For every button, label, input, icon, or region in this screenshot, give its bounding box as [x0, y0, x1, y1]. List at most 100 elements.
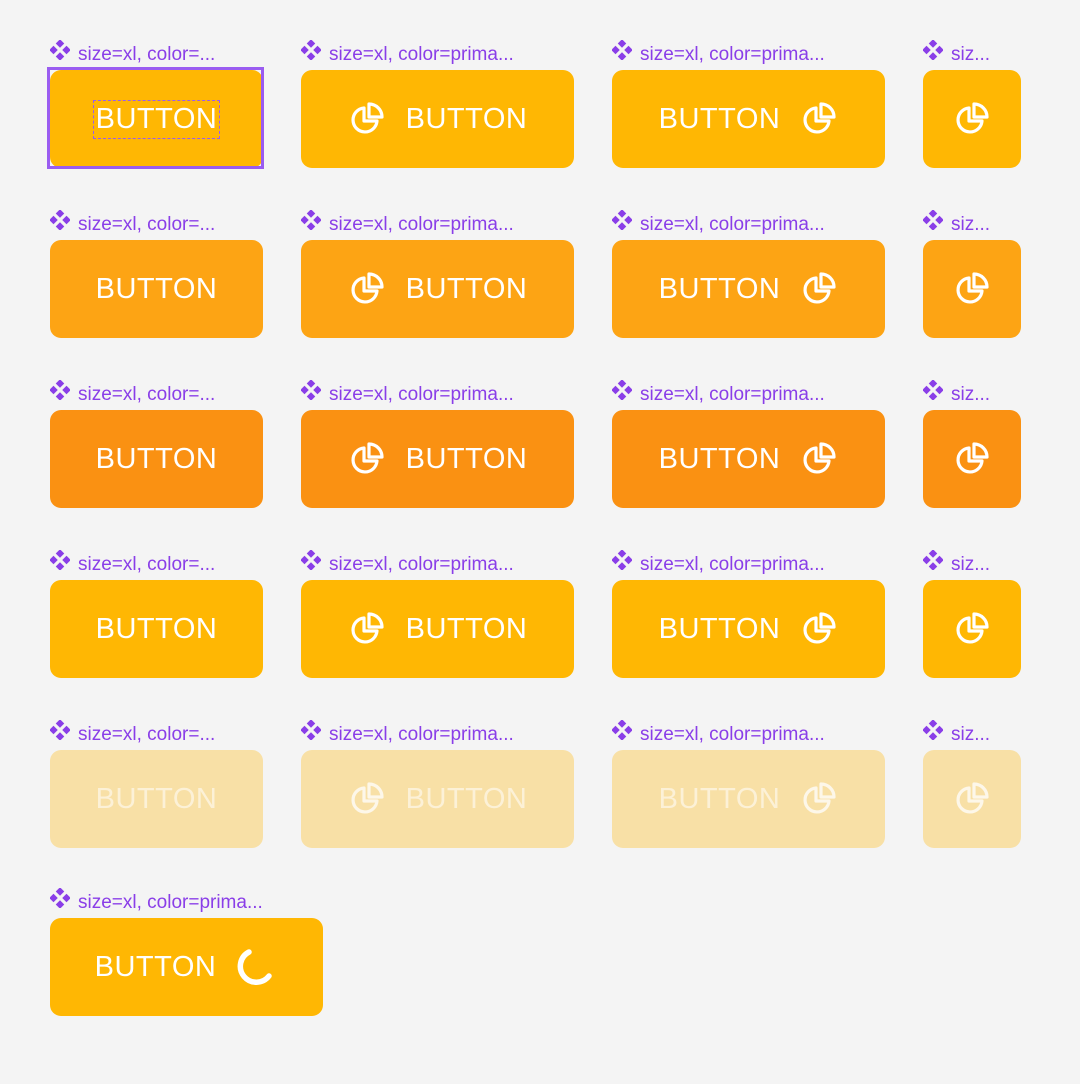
pie-chart-icon [348, 270, 386, 308]
variant-label-text: siz... [951, 384, 991, 405]
variant-label: size=xl, color=prima... [50, 888, 263, 913]
button-focus-icon-only[interactable] [923, 580, 1021, 678]
variant-label-text: size=xl, color=prima... [329, 44, 514, 65]
component-diamond-icon [50, 550, 72, 570]
component-diamond-icon [301, 380, 323, 400]
component-diamond-icon [612, 550, 634, 570]
button-hover-icon-right[interactable]: BUTTON [612, 240, 885, 338]
component-diamond-icon [50, 40, 72, 60]
button-label: BUTTON [405, 272, 528, 305]
pie-chart-icon [953, 270, 991, 308]
pie-chart-icon [348, 100, 386, 138]
variant-label: size=xl, color=... [50, 40, 215, 65]
component-diamond-icon [923, 550, 945, 570]
variant-label: size=xl, color=prima... [612, 40, 825, 65]
button-focus-icon-right[interactable]: BUTTON [612, 580, 885, 678]
variant-label-text: size=xl, color=prima... [640, 214, 825, 235]
variant-label: size=xl, color=... [50, 380, 215, 405]
variant-label-text: size=xl, color=prima... [329, 214, 514, 235]
button-disabled-text-only[interactable]: BUTTON [50, 750, 263, 848]
button-disabled-icon-right[interactable]: BUTTON [612, 750, 885, 848]
button-default-text-only[interactable]: BUTTON [50, 70, 263, 168]
pie-chart-icon [953, 440, 991, 478]
component-diamond-icon [612, 720, 634, 740]
button-hover-icon-left[interactable]: BUTTON [301, 240, 574, 338]
variant-label: size=xl, color=... [50, 550, 215, 575]
variant-label: size=xl, color=prima... [301, 380, 514, 405]
variant-label-text: siz... [951, 214, 991, 235]
variant-label: siz... [923, 380, 990, 405]
button-focus-text-only[interactable]: BUTTON [50, 580, 263, 678]
button-pressed-icon-only[interactable] [923, 410, 1021, 508]
component-diamond-icon [301, 40, 323, 60]
component-diamond-icon [612, 380, 634, 400]
button-focus-icon-left[interactable]: BUTTON [301, 580, 574, 678]
button-pressed-icon-left[interactable]: BUTTON [301, 410, 574, 508]
button-label: BUTTON [95, 782, 218, 815]
button-hover-text-only[interactable]: BUTTON [50, 240, 263, 338]
button-label: BUTTON [405, 442, 528, 475]
button-label: BUTTON [405, 612, 528, 645]
variant-label-text: size=xl, color=... [78, 724, 216, 745]
component-diamond-icon [301, 210, 323, 230]
variant-label: size=xl, color=... [50, 210, 215, 235]
button-pressed-text-only[interactable]: BUTTON [50, 410, 263, 508]
component-diamond-icon [923, 210, 945, 230]
button-label: BUTTON [95, 272, 218, 305]
component-diamond-icon [612, 40, 634, 60]
variant-label-text: size=xl, color=prima... [329, 554, 514, 575]
component-canvas: size=xl, color=... BUTTON size=xl, color=p… [0, 0, 1080, 1084]
variant-label: size=xl, color=prima... [612, 380, 825, 405]
button-label: BUTTON [95, 442, 218, 475]
variant-label: siz... [923, 210, 990, 235]
variant-label-text: siz... [951, 554, 991, 575]
variant-label-text: siz... [951, 724, 991, 745]
variant-label-text: size=xl, color=... [78, 384, 216, 405]
button-label: BUTTON [658, 102, 781, 135]
variant-label: size=xl, color=prima... [301, 210, 514, 235]
variant-label-text: size=xl, color=... [78, 214, 216, 235]
variant-label-text: size=xl, color=... [78, 554, 216, 575]
pie-chart-icon [800, 610, 838, 648]
component-diamond-icon [612, 210, 634, 230]
button-disabled-icon-only[interactable] [923, 750, 1021, 848]
pie-chart-icon [953, 100, 991, 138]
component-diamond-icon [923, 720, 945, 740]
component-diamond-icon [923, 380, 945, 400]
variant-label: size=xl, color=prima... [301, 550, 514, 575]
component-diamond-icon [50, 888, 72, 908]
pie-chart-icon [348, 610, 386, 648]
component-diamond-icon [301, 550, 323, 570]
variant-label: siz... [923, 720, 990, 745]
variant-label-text: size=xl, color=prima... [640, 44, 825, 65]
button-label: BUTTON [658, 612, 781, 645]
button-label: BUTTON [94, 950, 217, 983]
pie-chart-icon [800, 780, 838, 818]
button-label: BUTTON [658, 272, 781, 305]
button-label: BUTTON [95, 612, 218, 645]
pie-chart-icon [348, 440, 386, 478]
pie-chart-icon [953, 610, 991, 648]
variant-label-text: size=xl, color=... [78, 44, 216, 65]
button-pressed-icon-right[interactable]: BUTTON [612, 410, 885, 508]
variant-label-text: size=xl, color=prima... [640, 384, 825, 405]
variant-label-text: size=xl, color=prima... [640, 724, 825, 745]
button-default-icon-right[interactable]: BUTTON [612, 70, 885, 168]
variant-label-text: size=xl, color=prima... [329, 384, 514, 405]
button-label: BUTTON [405, 782, 528, 815]
button-default-icon-left[interactable]: BUTTON [301, 70, 574, 168]
pie-chart-icon [800, 440, 838, 478]
button-disabled-icon-left[interactable]: BUTTON [301, 750, 574, 848]
button-hover-icon-only[interactable] [923, 240, 1021, 338]
variant-label-text: size=xl, color=prima... [329, 724, 514, 745]
variant-label: size=xl, color=prima... [612, 210, 825, 235]
button-label: BUTTON [405, 102, 528, 135]
button-label: BUTTON [658, 442, 781, 475]
button-label: BUTTON [92, 99, 221, 139]
button-loading[interactable]: BUTTON [50, 918, 323, 1016]
variant-label-text: siz... [951, 44, 991, 65]
button-default-icon-only[interactable] [923, 70, 1021, 168]
variant-label: size=xl, color=prima... [301, 40, 514, 65]
component-diamond-icon [923, 40, 945, 60]
component-diamond-icon [50, 380, 72, 400]
